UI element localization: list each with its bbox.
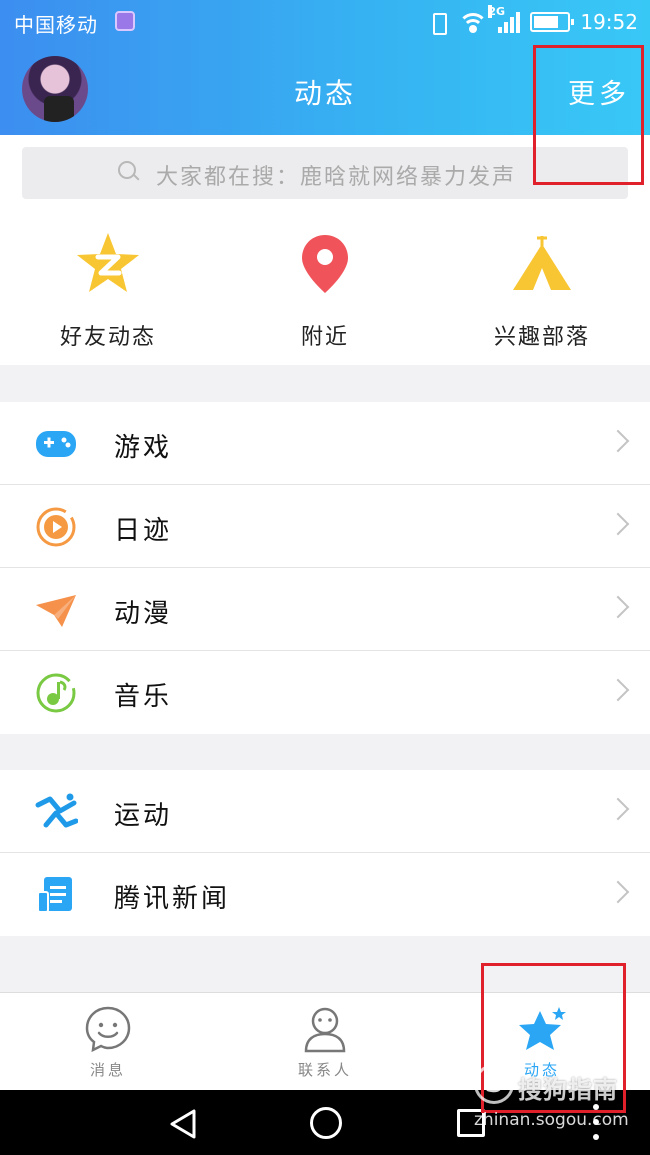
paper-plane-icon <box>34 589 78 631</box>
menu-section-entertainment: 游戏 日迹 动漫 音乐 <box>0 402 650 734</box>
watermark-url: zhinan.sogou.com <box>474 1110 629 1130</box>
menu-item-tencent-news[interactable]: 腾讯新闻 <box>0 853 650 936</box>
chevron-right-icon <box>606 797 630 821</box>
quick-entry-label: 好友动态 <box>59 325 156 350</box>
menu-item-daily-trace[interactable]: 日迹 <box>0 485 650 568</box>
quick-entry-label: 兴趣部落 <box>493 325 590 350</box>
battery-icon <box>530 12 575 32</box>
menu-item-anime[interactable]: 动漫 <box>0 568 650 651</box>
chevron-right-icon <box>606 678 630 702</box>
menu-item-label: 运动 <box>114 801 173 831</box>
network-type: 2G <box>488 5 506 18</box>
search-and-shortcuts: 大家都在搜：鹿晗就网络暴力发声 好友动态 附近 兴趣部落 <box>0 135 650 365</box>
top-header: 中国移动 2G 19:52 动态 更多 <box>0 0 650 135</box>
quick-entry-label: 附近 <box>300 325 349 350</box>
gallery-notification-icon <box>115 11 135 31</box>
gamepad-icon <box>34 423 78 465</box>
chevron-right-icon <box>606 512 630 536</box>
home-icon[interactable] <box>310 1107 342 1139</box>
menu-item-music[interactable]: 音乐 <box>0 651 650 734</box>
watermark-brand: 搜狗指南 <box>518 1076 618 1104</box>
smile-chat-icon <box>84 1005 132 1053</box>
tab-label: 联系人 <box>297 1061 352 1079</box>
tab-messages[interactable]: 消息 <box>0 993 216 1091</box>
sogou-logo-icon: S <box>474 1064 514 1104</box>
wifi-icon <box>458 11 489 33</box>
status-icons: 2G 19:52 <box>428 5 638 36</box>
clock: 19:52 <box>580 10 638 34</box>
tent-icon <box>434 231 650 297</box>
vibrate-icon <box>428 12 448 35</box>
menu-section-lifestyle: 运动 腾讯新闻 <box>0 770 650 936</box>
play-circle-icon <box>34 506 78 548</box>
star-icon <box>518 1005 566 1053</box>
menu-item-games[interactable]: 游戏 <box>0 402 650 485</box>
chevron-right-icon <box>606 880 630 904</box>
menu-item-label: 日迹 <box>114 516 173 546</box>
search-placeholder: 大家都在搜：鹿晗就网络暴力发声 <box>156 165 517 190</box>
page-title: 动态 <box>293 77 356 110</box>
search-input[interactable]: 大家都在搜：鹿晗就网络暴力发声 <box>22 147 628 199</box>
news-icon <box>34 874 78 916</box>
quick-entry-interest-tribe[interactable]: 兴趣部落 <box>434 231 650 351</box>
chevron-right-icon <box>606 429 630 453</box>
location-pin-icon <box>217 231 433 297</box>
search-icon <box>118 161 140 183</box>
status-bar: 中国移动 2G 19:52 <box>0 0 650 44</box>
signal-icon: 2G <box>488 5 521 33</box>
person-icon <box>301 1005 349 1053</box>
chevron-right-icon <box>606 595 630 619</box>
menu-item-label: 游戏 <box>114 433 173 463</box>
running-icon <box>34 791 79 833</box>
carrier-name: 中国移动 <box>14 13 98 37</box>
tab-label: 消息 <box>89 1061 126 1079</box>
qzone-star-icon <box>0 231 216 297</box>
quick-entry-friends-feed[interactable]: 好友动态 <box>0 231 216 351</box>
menu-item-label: 音乐 <box>114 682 173 712</box>
quick-entry-nearby[interactable]: 附近 <box>217 231 433 351</box>
menu-item-label: 腾讯新闻 <box>114 884 231 914</box>
menu-item-label: 动漫 <box>114 599 173 629</box>
tab-contacts[interactable]: 联系人 <box>217 993 433 1091</box>
more-button[interactable]: 更多 <box>568 72 630 111</box>
menu-item-sports[interactable]: 运动 <box>0 770 650 853</box>
music-note-icon <box>34 672 78 714</box>
back-icon[interactable] <box>168 1108 198 1144</box>
